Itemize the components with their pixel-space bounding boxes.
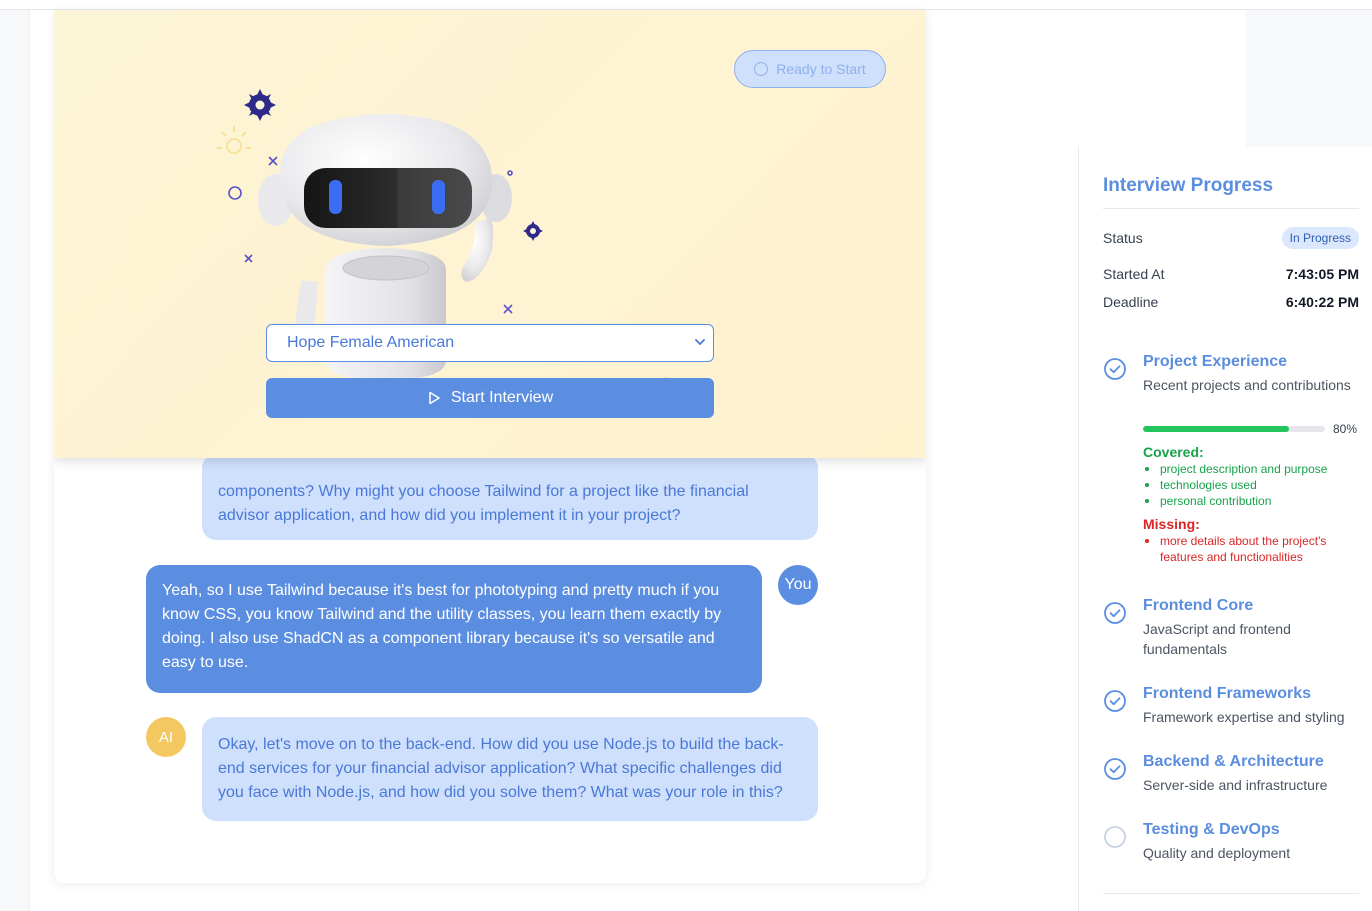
ai-avatar: AI — [146, 717, 186, 757]
covered-item: project description and purpose — [1143, 461, 1353, 477]
chat-transcript[interactable]: components? Why might you choose Tailwin… — [54, 450, 926, 883]
status-row: Status In Progress — [1103, 227, 1359, 249]
started-at-row: Started At 7:43:05 PM — [1103, 266, 1359, 282]
circle-icon — [1104, 826, 1126, 848]
status-label: Status — [1103, 230, 1143, 246]
status-badge: In Progress — [1281, 227, 1359, 249]
right-gutter — [1246, 10, 1372, 147]
user-message-bubble: Yeah, so I use Tailwind because it's bes… — [146, 565, 762, 693]
started-at-value: 7:43:05 PM — [1285, 266, 1359, 282]
topic-description: Recent projects and contributions — [1143, 377, 1351, 393]
topic-name: Frontend Core — [1143, 597, 1254, 614]
start-interview-label: Start Interview — [450, 389, 554, 406]
topic-name: Frontend Frameworks — [1143, 685, 1312, 702]
covered-heading: Covered: — [1143, 444, 1204, 460]
topic-name: Backend & Architecture — [1143, 753, 1324, 770]
message-text: Yeah, so I use Tailwind because it's bes… — [162, 582, 722, 671]
topic-description: JavaScript and frontend fundamentals — [1143, 621, 1291, 657]
message-text: Okay, let's move on to the back-end. How… — [218, 736, 784, 801]
user-avatar: You — [778, 565, 818, 605]
topic-name: Project Experience — [1143, 353, 1288, 370]
check-circle-icon — [1104, 690, 1126, 712]
covered-list: project description and purpose technolo… — [1143, 461, 1353, 509]
topic-name: Testing & DevOps — [1143, 821, 1280, 838]
topic-testing-devops[interactable]: Testing & DevOps Quality and deployment — [1103, 821, 1363, 865]
ai-message-bubble: Okay, let's move on to the back-end. How… — [202, 717, 818, 821]
lightbulb-icon — [217, 126, 251, 154]
interview-panel: components? Why might you choose Tailwin… — [54, 10, 926, 883]
deadline-label: Deadline — [1103, 294, 1159, 310]
missing-list: more details about the project's feature… — [1143, 533, 1353, 565]
progress-percent: 80% — [1333, 422, 1358, 436]
topic-description: Quality and deployment — [1143, 845, 1291, 861]
topic-description: Framework expertise and styling — [1143, 709, 1345, 725]
covered-item: technologies used — [1143, 477, 1353, 493]
avatar-label: AI — [158, 728, 174, 746]
topic-frontend-core[interactable]: Frontend Core JavaScript and frontend fu… — [1103, 597, 1363, 657]
gear-icon — [523, 221, 543, 241]
status-label: Ready to Start — [776, 61, 866, 77]
check-circle-icon — [1104, 358, 1126, 380]
check-circle-icon — [1104, 602, 1126, 624]
deadline-row: Deadline 6:40:22 PM — [1103, 294, 1359, 310]
play-icon — [429, 391, 440, 405]
deadline-value: 6:40:22 PM — [1285, 294, 1359, 310]
progress-fill — [1143, 426, 1289, 432]
covered-item: personal contribution — [1143, 493, 1353, 509]
topic-backend-architecture[interactable]: Backend & Architecture Server-side and i… — [1103, 753, 1363, 797]
topic-progress-bar — [1143, 426, 1325, 432]
divider — [1103, 893, 1359, 894]
missing-item: more details about the project's feature… — [1143, 533, 1353, 565]
interview-progress-sidebar: Interview Progress Status In Progress St… — [1078, 147, 1372, 911]
sidebar-title: Interview Progress — [1103, 175, 1274, 196]
left-gutter — [0, 10, 30, 911]
divider — [1103, 208, 1359, 209]
topic-description: Server-side and infrastructure — [1143, 777, 1328, 793]
chevron-down-icon — [695, 339, 705, 346]
interviewer-hero: Ready to Start Hope Female American Star… — [54, 10, 926, 458]
voice-select[interactable]: Hope Female American — [266, 324, 714, 362]
gear-icon — [244, 89, 276, 121]
message-text: components? Why might you choose Tailwin… — [218, 483, 749, 524]
missing-heading: Missing: — [1143, 516, 1200, 532]
check-circle-icon — [1104, 758, 1126, 780]
avatar-label: You — [784, 576, 812, 593]
voice-select-value: Hope Female American — [287, 334, 455, 351]
ai-message-bubble: components? Why might you choose Tailwin… — [202, 454, 818, 540]
topic-frontend-frameworks[interactable]: Frontend Frameworks Framework expertise … — [1103, 685, 1363, 729]
start-interview-button[interactable]: Start Interview — [266, 378, 714, 418]
top-bar — [0, 0, 1372, 10]
started-at-label: Started At — [1103, 266, 1165, 282]
